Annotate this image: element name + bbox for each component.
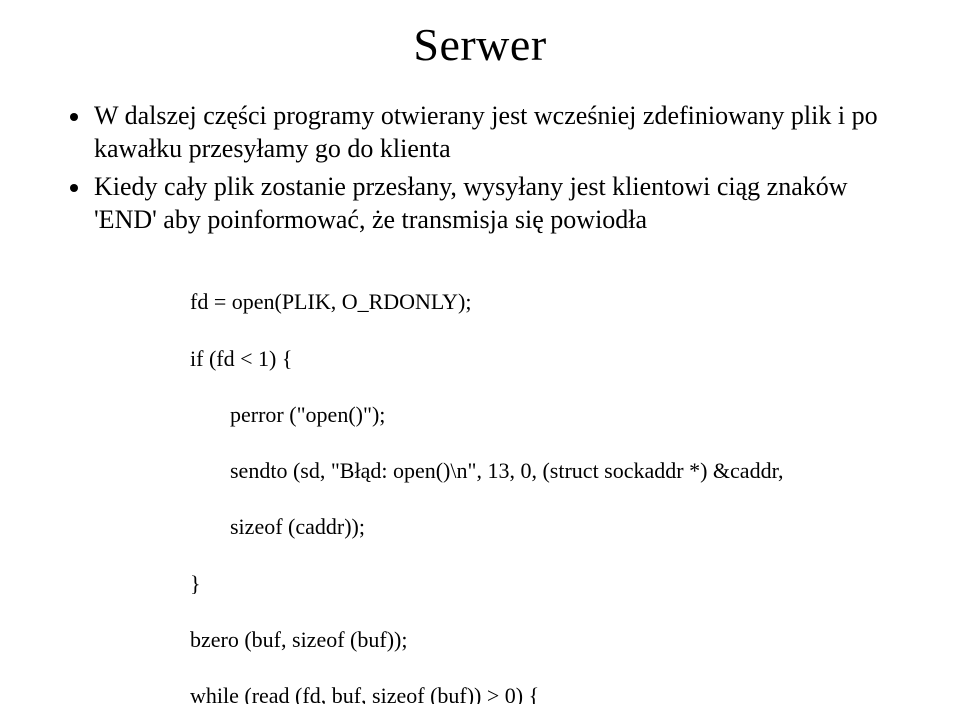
bullet-item: W dalszej części programy otwierany jest… [92,99,900,166]
code-line: sendto (sd, "Błąd: open()\n", 13, 0, (st… [150,457,900,485]
code-line: perror ("open()"); [150,401,900,429]
code-line: while (read (fd, buf, sizeof (buf)) > 0)… [150,682,900,704]
bullet-item: Kiedy cały plik zostanie przesłany, wysy… [92,170,900,237]
slide: Serwer W dalszej części programy otwiera… [0,0,960,704]
code-line: sizeof (caddr)); [150,513,900,541]
slide-title: Serwer [60,18,900,71]
code-line: fd = open(PLIK, O_RDONLY); [150,288,900,316]
code-line: bzero (buf, sizeof (buf)); [150,626,900,654]
code-block: fd = open(PLIK, O_RDONLY); if (fd < 1) {… [150,260,900,704]
code-line: } [150,570,900,598]
code-line: if (fd < 1) { [150,345,900,373]
bullet-list: W dalszej części programy otwierany jest… [60,99,900,236]
